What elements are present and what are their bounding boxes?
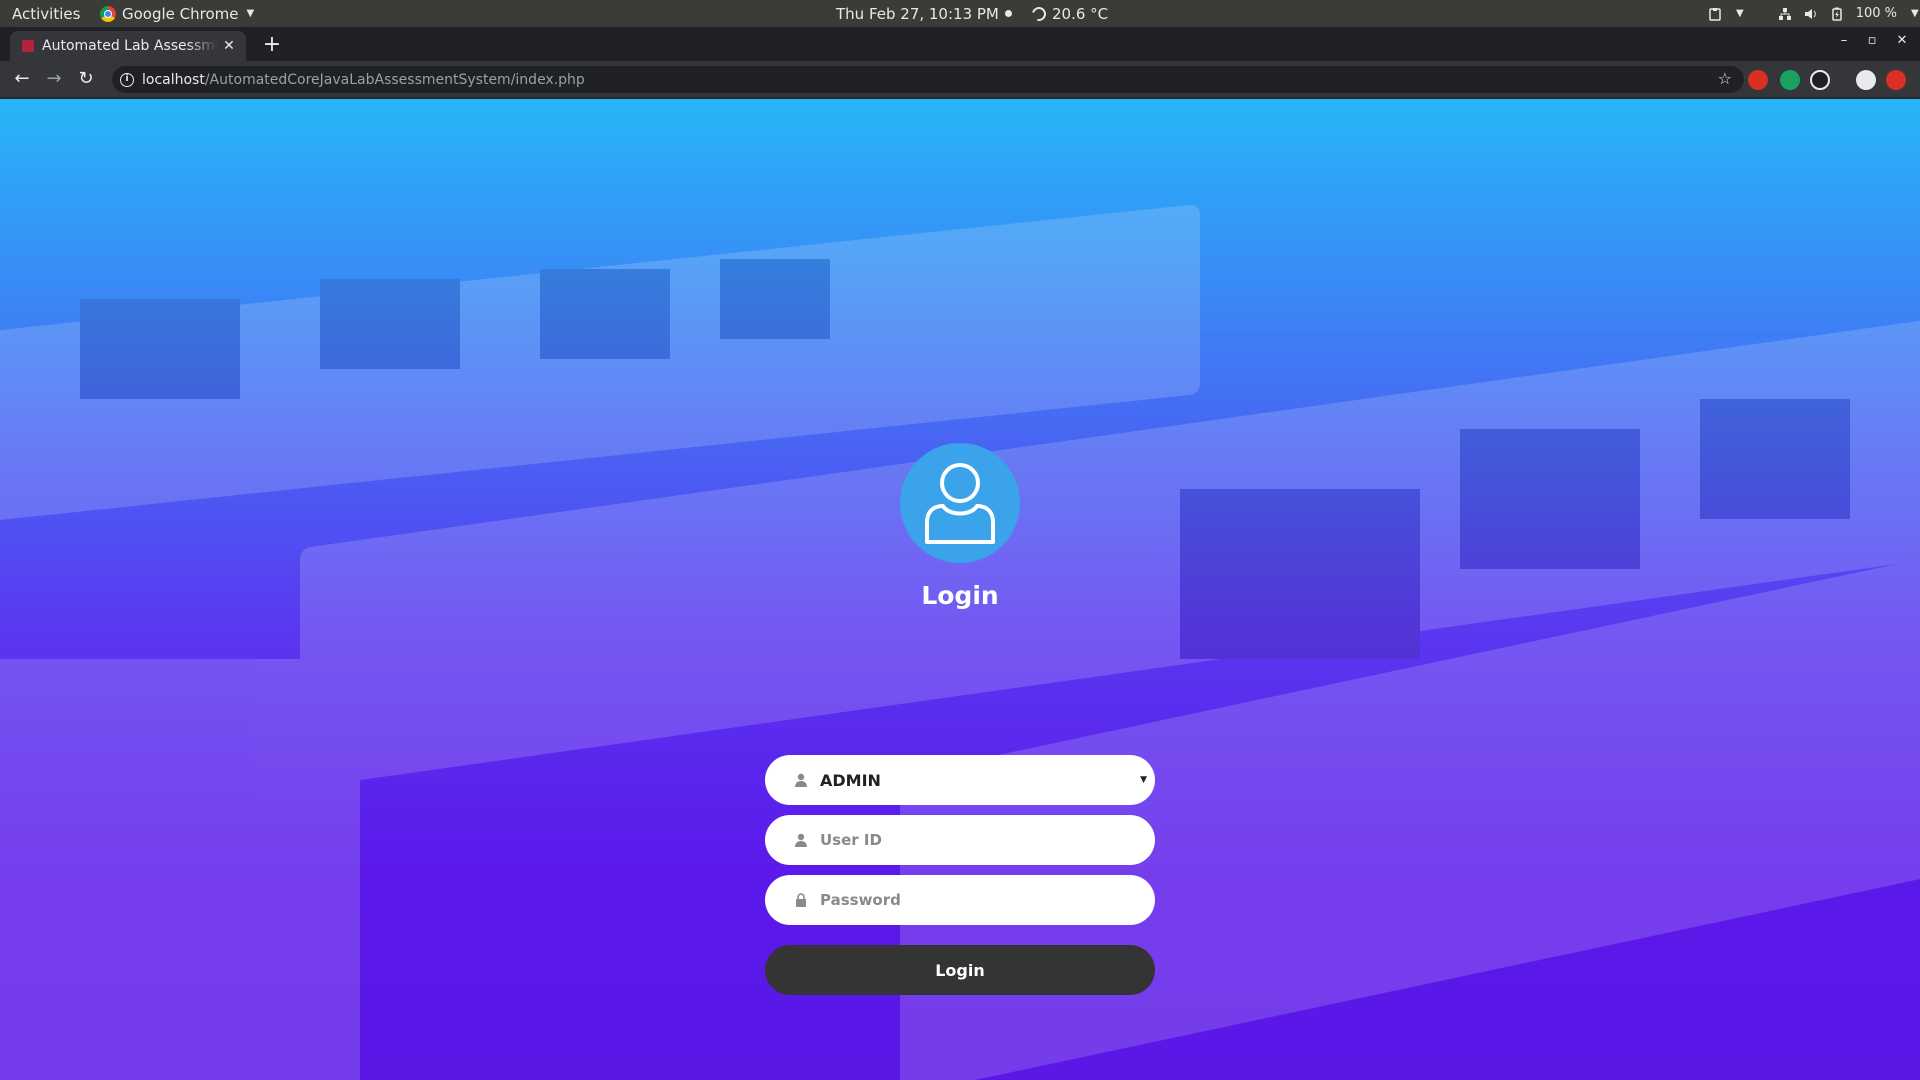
browser-toolbar: ← → ↻ i localhost/AutomatedCoreJavaLabAs… bbox=[0, 61, 1920, 98]
close-icon[interactable]: ✕ bbox=[218, 38, 240, 54]
profile-avatar-icon[interactable] bbox=[1856, 70, 1876, 90]
user-icon bbox=[795, 833, 807, 847]
extension-glasses-icon[interactable] bbox=[1748, 70, 1768, 90]
forward-arrow-icon[interactable]: → bbox=[42, 67, 66, 91]
user-id-field[interactable] bbox=[765, 815, 1155, 865]
chevron-down-icon[interactable]: ▼ bbox=[1140, 775, 1147, 785]
chrome-logo-icon bbox=[100, 5, 116, 22]
moon-icon bbox=[1029, 3, 1049, 24]
tab-strip: Automated Lab Assessment System ✕ + – ▫ … bbox=[0, 27, 1920, 61]
role-select[interactable]: ADMIN ▼ bbox=[765, 755, 1155, 805]
user-outline-icon bbox=[925, 463, 995, 544]
battery-label: 100 % bbox=[1855, 6, 1898, 21]
system-tray[interactable]: ▼ 100 % ▼ bbox=[1708, 0, 1919, 27]
info-icon[interactable]: i bbox=[120, 72, 134, 87]
extension-grammarly-icon[interactable] bbox=[1780, 70, 1800, 90]
back-arrow-icon[interactable]: ← bbox=[10, 67, 34, 91]
favicon-icon bbox=[22, 40, 34, 52]
minimize-icon[interactable]: – bbox=[1834, 33, 1854, 48]
url-text[interactable]: localhost/AutomatedCoreJavaLabAssessment… bbox=[142, 72, 585, 88]
bookmark-star-icon[interactable]: ☆ bbox=[1718, 69, 1732, 88]
address-bar[interactable]: i localhost/AutomatedCoreJavaLabAssessme… bbox=[112, 66, 1744, 93]
activities-button[interactable]: Activities bbox=[12, 0, 80, 27]
page-viewport: Login ADMIN ▼ Login bbox=[0, 99, 1920, 1080]
volume-icon[interactable] bbox=[1804, 7, 1818, 21]
browser-tab-active[interactable]: Automated Lab Assessment System ✕ bbox=[10, 31, 246, 61]
chevron-down-icon[interactable]: ▼ bbox=[1911, 8, 1919, 19]
url-host: localhost bbox=[142, 71, 205, 88]
weather-label: 20.6 °C bbox=[1052, 4, 1109, 23]
tab-title: Automated Lab Assessment System bbox=[42, 38, 218, 54]
extension-dark-icon[interactable] bbox=[1810, 70, 1830, 90]
app-menu-label: Google Chrome bbox=[122, 4, 239, 23]
reload-icon[interactable]: ↻ bbox=[74, 67, 98, 91]
weather-indicator[interactable]: 20.6 °C bbox=[1029, 0, 1109, 27]
clipboard-icon[interactable] bbox=[1708, 7, 1722, 21]
url-path: /AutomatedCoreJavaLabAssessmentSystem/in… bbox=[204, 71, 585, 88]
extension-red-icon[interactable] bbox=[1886, 70, 1906, 90]
system-top-bar: Activities Google Chrome ▼ Thu Feb 27, 1… bbox=[0, 0, 1920, 27]
chevron-down-icon[interactable]: ▼ bbox=[1736, 8, 1744, 19]
role-select-value: ADMIN bbox=[820, 770, 881, 790]
app-menu[interactable]: Google Chrome ▼ bbox=[100, 0, 254, 27]
clock-label: Thu Feb 27, 10:13 PM bbox=[836, 4, 999, 23]
chevron-down-icon: ▼ bbox=[246, 8, 255, 19]
password-input[interactable] bbox=[820, 880, 1135, 920]
user-icon bbox=[795, 773, 807, 787]
lock-icon bbox=[796, 893, 806, 907]
clock[interactable]: Thu Feb 27, 10:13 PM bbox=[836, 0, 1012, 27]
new-tab-button[interactable]: + bbox=[260, 33, 284, 57]
login-button[interactable]: Login bbox=[765, 945, 1155, 995]
activities-label: Activities bbox=[12, 4, 81, 23]
battery-icon[interactable] bbox=[1830, 7, 1844, 21]
login-title: Login bbox=[921, 581, 999, 610]
notification-dot-icon bbox=[1004, 10, 1012, 17]
maximize-icon[interactable]: ▫ bbox=[1862, 33, 1882, 48]
window-close-icon[interactable]: ✕ bbox=[1892, 33, 1912, 48]
user-avatar-icon bbox=[900, 443, 1020, 563]
user-id-input[interactable] bbox=[820, 820, 1135, 860]
network-icon[interactable] bbox=[1778, 7, 1792, 21]
password-field[interactable] bbox=[765, 875, 1155, 925]
